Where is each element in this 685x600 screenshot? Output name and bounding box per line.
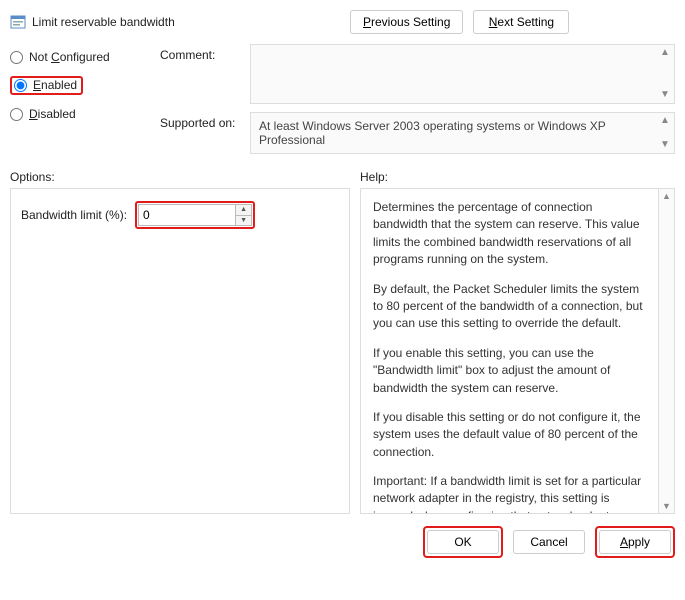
scroll-down-icon[interactable]: ▼: [659, 501, 674, 511]
supported-label: Supported on:: [160, 112, 250, 154]
comment-label: Comment:: [160, 44, 250, 104]
previous-setting-button[interactable]: Previous Setting: [350, 10, 463, 34]
help-heading: Help:: [360, 170, 675, 184]
bandwidth-limit-input[interactable]: [139, 205, 235, 225]
bandwidth-limit-label: Bandwidth limit (%):: [21, 208, 127, 222]
spin-up-button[interactable]: ▲: [236, 205, 251, 216]
help-text: Determines the percentage of connection …: [360, 188, 659, 514]
options-panel: Bandwidth limit (%): ▲ ▼: [10, 188, 350, 514]
apply-button[interactable]: Apply: [599, 530, 671, 554]
scroll-up-icon[interactable]: ▲: [658, 47, 672, 59]
scroll-up-icon[interactable]: ▲: [658, 115, 672, 127]
radio-disabled[interactable]: Disabled: [10, 107, 160, 121]
cancel-button[interactable]: Cancel: [513, 530, 585, 554]
spin-down-button[interactable]: ▼: [236, 216, 251, 226]
ok-button[interactable]: OK: [427, 530, 499, 554]
radio-enabled[interactable]: Enabled: [14, 78, 77, 92]
scroll-down-icon[interactable]: ▼: [658, 89, 672, 101]
radio-not-configured[interactable]: Not Configured: [10, 50, 160, 64]
window-title: Limit reservable bandwidth: [32, 15, 175, 29]
supported-box: At least Windows Server 2003 operating s…: [250, 112, 675, 154]
bandwidth-limit-spinner[interactable]: ▲ ▼: [138, 204, 252, 226]
next-setting-button[interactable]: Next Setting: [473, 10, 569, 34]
comment-box[interactable]: ▲ ▼: [250, 44, 675, 104]
help-scrollbar[interactable]: ▲ ▼: [659, 188, 675, 514]
scroll-up-icon[interactable]: ▲: [659, 191, 674, 201]
options-heading: Options:: [10, 170, 360, 184]
policy-icon: [10, 14, 26, 30]
scroll-down-icon[interactable]: ▼: [658, 139, 672, 151]
